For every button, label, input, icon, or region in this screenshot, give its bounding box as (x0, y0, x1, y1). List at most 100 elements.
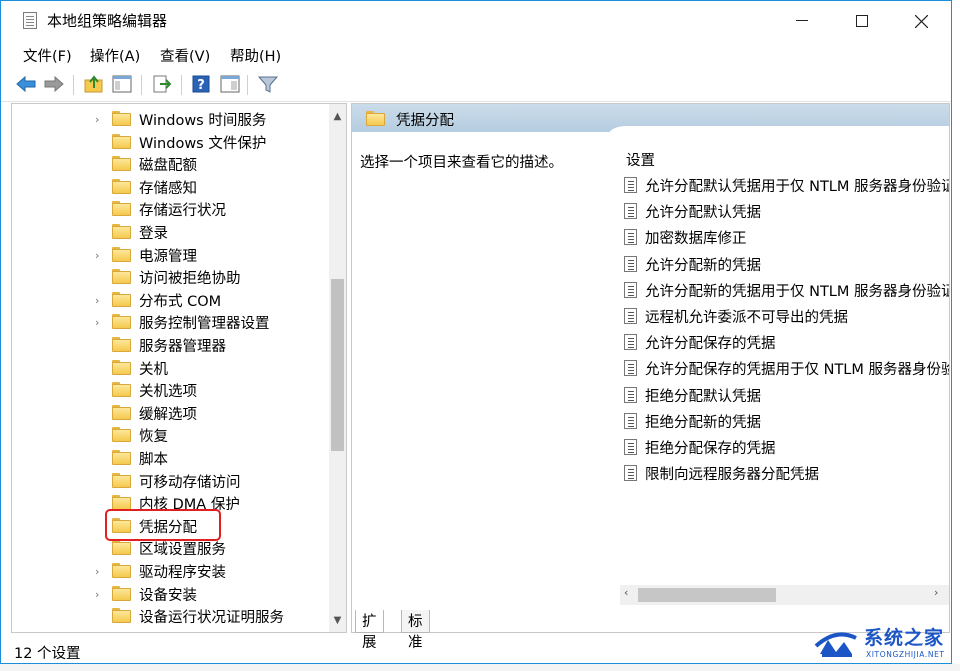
tree-item[interactable]: › 分布式 COM (12, 289, 332, 311)
chevron-right-icon[interactable]: › (95, 294, 99, 307)
show-hide-tree-icon[interactable] (111, 73, 133, 95)
chevron-right-icon[interactable]: › (95, 316, 99, 329)
tree-item[interactable]: 登录 (12, 221, 332, 243)
watermark: 系统之家 XITONGZHIJIA.NET (812, 622, 958, 668)
close-button[interactable] (891, 1, 951, 41)
setting-item[interactable]: 加密数据库修正 (624, 225, 949, 249)
chevron-right-icon[interactable]: › (95, 565, 99, 578)
setting-item[interactable]: 允许分配保存的凭据 (624, 330, 949, 354)
tree-item[interactable]: 关机 (12, 357, 332, 379)
tree-item[interactable]: 设备运行状况证明服务 (12, 605, 332, 627)
tree-item-label: 关机选项 (139, 384, 197, 401)
maximize-button[interactable] (832, 1, 892, 41)
scroll-right-icon[interactable]: › (934, 586, 938, 599)
tree-scrollbar[interactable]: ▲ ▼ (329, 104, 346, 632)
tree-item[interactable]: 恢复 (12, 424, 332, 446)
tree-item[interactable]: 缓解选项 (12, 402, 332, 424)
scroll-down-icon[interactable]: ▼ (329, 612, 346, 629)
scroll-up-icon[interactable]: ▲ (329, 108, 346, 125)
settings-column-header[interactable]: 设置 (626, 149, 655, 170)
hscroll-thumb[interactable] (638, 588, 776, 602)
tree-item-label: 磁盘配额 (139, 158, 197, 175)
tree-item[interactable]: 访问被拒绝协助 (12, 266, 332, 288)
folder-icon (112, 178, 131, 194)
tree-item[interactable]: 磁盘配额 (12, 153, 332, 175)
scroll-thumb[interactable] (331, 279, 344, 451)
details-pane: 凭据分配 选择一个项目来查看它的描述。 设置 允许分配默认凭据用于仅 NTLM … (351, 103, 950, 633)
tree-item[interactable]: Windows 文件保护 (12, 131, 332, 153)
policy-setting-icon (624, 386, 637, 403)
tree-item[interactable]: 关机选项 (12, 379, 332, 401)
policy-setting-icon (624, 439, 637, 455)
tree-item[interactable]: › Windows 时间服务 (12, 108, 332, 130)
tree-item[interactable]: 服务器管理器 (12, 334, 332, 356)
folder-icon (112, 111, 131, 126)
tree-item-label: 可移动存储访问 (139, 474, 241, 491)
tree-item-label: 存储感知 (139, 180, 197, 197)
tree-item-label: 设备运行状况证明服务 (139, 610, 284, 627)
chevron-right-icon[interactable]: › (95, 113, 99, 126)
folder-icon (112, 382, 131, 398)
folder-icon (112, 495, 131, 511)
properties-icon[interactable] (219, 73, 241, 95)
status-bar: 12 个设置 (1, 637, 951, 665)
forward-arrow-icon[interactable] (43, 73, 65, 95)
export-list-icon[interactable] (151, 73, 173, 95)
setting-item[interactable]: 远程机允许委派不可导出的凭据 (624, 304, 949, 328)
policy-setting-icon (624, 465, 637, 482)
help-icon[interactable]: ? (190, 73, 212, 95)
tree-item-label: Windows 文件保护 (139, 135, 267, 152)
tree-item[interactable]: 存储运行状况 (12, 198, 332, 220)
tree-item[interactable]: 可移动存储访问 (12, 470, 332, 492)
setting-item[interactable]: 允许分配新的凭据用于仅 NTLM 服务器身份验证 (624, 278, 950, 302)
folder-up-icon[interactable] (83, 73, 105, 95)
tree-item-label: 恢复 (139, 429, 168, 446)
tab-standard[interactable]: 标准 (401, 610, 430, 651)
setting-item[interactable]: 允许分配默认凭据用于仅 NTLM 服务器身份验证 (624, 173, 950, 197)
tree-item-label: 登录 (139, 226, 168, 242)
setting-item[interactable]: 限制向远程服务器分配凭据 (624, 461, 949, 485)
title-bar: 本地组策略编辑器 (1, 1, 951, 41)
menu-file[interactable]: 文件(F) (23, 45, 72, 66)
setting-label: 允许分配保存的凭据 (645, 336, 776, 353)
setting-label: 允许分配保存的凭据用于仅 NTLM 服务器身份验证 (645, 362, 950, 379)
policy-setting-icon (624, 229, 637, 246)
setting-item[interactable]: 拒绝分配新的凭据 (624, 409, 949, 433)
tree-item[interactable]: › 驱动程序安装 (12, 560, 332, 582)
menu-action[interactable]: 操作(A) (90, 45, 140, 66)
folder-icon (112, 540, 131, 556)
chevron-right-icon[interactable]: › (95, 588, 99, 601)
tree-item[interactable]: 存储感知 (12, 176, 332, 198)
tree-item[interactable]: › 服务控制管理器设置 (12, 311, 332, 333)
tree-item-label: 缓解选项 (139, 406, 197, 423)
menu-view[interactable]: 查看(V) (160, 45, 210, 66)
tree-item-label: 服务控制管理器设置 (139, 316, 270, 333)
tree-item[interactable]: › 电源管理 (12, 244, 332, 266)
setting-item[interactable]: 允许分配新的凭据 (624, 252, 949, 276)
folder-icon (112, 224, 131, 239)
folder-icon (112, 314, 131, 330)
setting-item[interactable]: 拒绝分配默认凭据 (624, 383, 949, 407)
setting-item[interactable]: 允许分配保存的凭据用于仅 NTLM 服务器身份验证 (624, 356, 950, 380)
policy-setting-icon (624, 177, 637, 193)
tree-pane[interactable]: › Windows 时间服务 Windows 文件保护 磁盘配额存储感知 存储运行状况登… (11, 103, 347, 633)
chevron-right-icon[interactable]: › (95, 249, 99, 262)
setting-label: 允许分配默认凭据用于仅 NTLM 服务器身份验证 (645, 179, 950, 195)
setting-label: 允许分配默认凭据 (645, 205, 761, 222)
minimize-button[interactable] (772, 1, 832, 41)
setting-label: 远程机允许委派不可导出的凭据 (645, 310, 848, 326)
setting-label: 限制向远程服务器分配凭据 (645, 467, 819, 484)
setting-item[interactable]: 允许分配默认凭据 (624, 199, 949, 223)
menu-help[interactable]: 帮助(H) (230, 45, 281, 66)
tree-item-label: 驱动程序安装 (139, 565, 226, 581)
back-arrow-icon[interactable] (15, 73, 37, 95)
scroll-left-icon[interactable]: ‹ (624, 586, 628, 599)
filter-icon[interactable] (257, 73, 279, 95)
details-hscrollbar[interactable]: ‹ › (620, 585, 949, 605)
tab-extended[interactable]: 扩展 (355, 610, 384, 651)
tree-item[interactable]: › 设备安装 (12, 583, 332, 605)
setting-item[interactable]: 拒绝分配保存的凭据 (624, 435, 949, 459)
tree-item[interactable]: 脚本 (12, 447, 332, 469)
policy-setting-icon (624, 255, 637, 272)
setting-label: 允许分配新的凭据用于仅 NTLM 服务器身份验证 (645, 283, 950, 300)
